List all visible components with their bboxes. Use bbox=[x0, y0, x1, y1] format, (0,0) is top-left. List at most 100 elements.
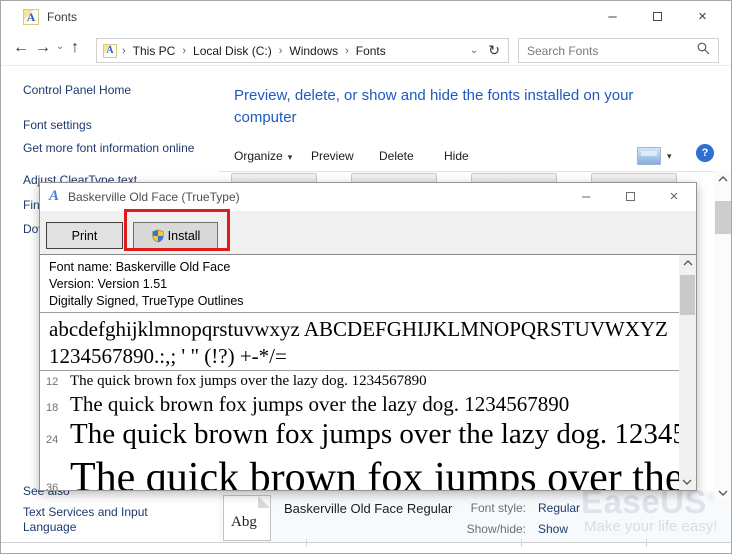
statusbar-divider bbox=[1, 542, 731, 543]
sample-row-36: 36 The quick brown fox jumps over the la… bbox=[44, 454, 679, 490]
preview-button[interactable]: Preview bbox=[311, 149, 354, 163]
sample-size-label: 24 bbox=[44, 434, 70, 446]
dialog-titlebar[interactable]: A Baskerville Old Face (TrueType) – × bbox=[40, 183, 696, 211]
dialog-scrollbar[interactable] bbox=[679, 255, 696, 490]
divider bbox=[40, 370, 679, 371]
sample-row-24: 24 The quick brown fox jumps over the la… bbox=[44, 418, 679, 454]
sample-text-block: 12 The quick brown fox jumps over the la… bbox=[44, 373, 679, 490]
watermark-tagline: Make your life easy! bbox=[584, 518, 717, 535]
help-icon: ? bbox=[702, 147, 709, 159]
help-button[interactable]: ? bbox=[696, 144, 714, 162]
dialog-minimize-button[interactable]: – bbox=[564, 183, 608, 210]
address-location-icon: A bbox=[103, 44, 117, 58]
font-preview-dialog: A Baskerville Old Face (TrueType) – × Pr… bbox=[39, 182, 697, 491]
abg-glyphs: Abg bbox=[231, 514, 257, 531]
font-viewer-icon: A bbox=[49, 188, 59, 205]
refresh-button[interactable]: ↻ bbox=[484, 42, 508, 59]
sample-text: The quick brown fox jumps over the lazy … bbox=[70, 454, 696, 490]
search-input[interactable] bbox=[519, 44, 697, 58]
hide-button[interactable]: Hide bbox=[444, 149, 469, 163]
dialog-preview-area: Font name: Baskerville Old Face Version:… bbox=[40, 255, 696, 490]
font-info-version: Version: Version 1.51 bbox=[49, 276, 167, 293]
font-style-value: Regular bbox=[538, 501, 580, 515]
scrollbar-up-icon[interactable] bbox=[718, 176, 728, 182]
search-icon[interactable] bbox=[697, 42, 710, 60]
show-hide-value: Show bbox=[538, 522, 568, 536]
close-button[interactable]: × bbox=[680, 1, 725, 31]
forward-button[interactable]: → bbox=[35, 39, 51, 57]
fonts-window: A Fonts – × ← → ⌄ ↑ A › This PC › Local … bbox=[0, 0, 732, 554]
page-title: Preview, delete, or show and hide the fo… bbox=[234, 85, 692, 129]
scrollbar-down-icon[interactable] bbox=[682, 479, 692, 485]
highlight-rectangle bbox=[124, 209, 230, 251]
organize-label: Organize bbox=[234, 149, 283, 163]
sample-text: The quick brown fox jumps over the lazy … bbox=[70, 418, 696, 451]
delete-button[interactable]: Delete bbox=[379, 149, 414, 163]
scrollbar-thumb[interactable] bbox=[715, 201, 731, 234]
back-arrow-icon: ← bbox=[13, 39, 29, 56]
close-icon: × bbox=[670, 188, 679, 205]
font-preview-page-icon: Abg bbox=[223, 495, 271, 541]
search-box bbox=[518, 38, 719, 63]
breadcrumb-fonts[interactable]: Fonts bbox=[349, 44, 393, 58]
chevron-down-icon: ⌄ bbox=[470, 45, 478, 56]
change-view-button[interactable] bbox=[637, 147, 661, 165]
scrollbar-down-icon[interactable] bbox=[718, 490, 728, 496]
organize-button[interactable]: Organize ▾ bbox=[234, 149, 292, 163]
breadcrumb-this-pc[interactable]: This PC bbox=[126, 44, 183, 58]
chevron-down-icon: ▾ bbox=[667, 151, 672, 161]
back-button[interactable]: ← bbox=[13, 39, 29, 57]
minimize-icon: – bbox=[582, 188, 590, 205]
chevron-down-icon: ▾ bbox=[288, 152, 293, 162]
font-info-signature: Digitally Signed, TrueType Outlines bbox=[49, 293, 244, 310]
recent-locations-button[interactable]: ⌄ bbox=[56, 41, 64, 52]
refresh-icon: ↻ bbox=[488, 42, 500, 58]
sidebar-item-text-services[interactable]: Text Services and Input Language bbox=[23, 505, 201, 535]
close-icon: × bbox=[698, 8, 707, 25]
up-arrow-icon: ↑ bbox=[71, 39, 79, 56]
maximize-icon bbox=[626, 192, 635, 201]
address-dropdown-button[interactable]: ⌄ bbox=[464, 45, 484, 56]
titlebar: A Fonts – × bbox=[1, 1, 731, 33]
print-button[interactable]: Print bbox=[46, 222, 123, 249]
sample-size-label: 12 bbox=[44, 376, 70, 388]
minimize-icon: – bbox=[608, 8, 616, 25]
main-scrollbar[interactable] bbox=[714, 171, 732, 501]
sidebar-item-get-more-font-info[interactable]: Get more font information online bbox=[23, 141, 201, 156]
window-controls: – × bbox=[590, 1, 725, 31]
show-hide-label: Show/hide: bbox=[454, 522, 526, 536]
column-divider bbox=[646, 539, 647, 547]
forward-arrow-icon: → bbox=[35, 39, 51, 56]
column-divider bbox=[306, 539, 307, 547]
sidebar-item-font-settings[interactable]: Font settings bbox=[23, 118, 201, 133]
divider bbox=[40, 312, 679, 313]
chevron-down-icon: ⌄ bbox=[56, 41, 64, 52]
sample-text: The quick brown fox jumps over the lazy … bbox=[70, 392, 569, 417]
alphabet-line-1: abcdefghijklmnopqrstuvwxyz ABCDEFGHIJKLM… bbox=[49, 316, 679, 342]
scrollbar-thumb[interactable] bbox=[680, 275, 695, 315]
sidebar-item-control-panel-home[interactable]: Control Panel Home bbox=[23, 83, 201, 98]
selected-font-name: Baskerville Old Face Regular bbox=[284, 501, 452, 516]
column-divider bbox=[521, 539, 522, 547]
address-bar[interactable]: A › This PC › Local Disk (C:) › Windows … bbox=[96, 38, 509, 63]
sample-row-18: 18 The quick brown fox jumps over the la… bbox=[44, 392, 679, 418]
up-button[interactable]: ↑ bbox=[71, 39, 79, 57]
view-dropdown-button[interactable]: ▾ bbox=[667, 151, 672, 162]
dialog-close-button[interactable]: × bbox=[652, 183, 696, 210]
minimize-button[interactable]: – bbox=[590, 1, 635, 31]
sample-row-12: 12 The quick brown fox jumps over the la… bbox=[44, 373, 679, 392]
breadcrumb-local-disk[interactable]: Local Disk (C:) bbox=[186, 44, 279, 58]
breadcrumb-windows[interactable]: Windows bbox=[282, 44, 345, 58]
window-title: Fonts bbox=[47, 10, 77, 24]
scrollbar-up-icon[interactable] bbox=[683, 260, 693, 266]
dialog-window-controls: – × bbox=[564, 183, 696, 210]
maximize-icon bbox=[653, 12, 662, 21]
font-info-name: Font name: Baskerville Old Face bbox=[49, 259, 230, 276]
dialog-maximize-button[interactable] bbox=[608, 183, 652, 210]
maximize-button[interactable] bbox=[635, 1, 680, 31]
alphabet-line-2: 1234567890.:,; ' " (!?) +-*/= bbox=[49, 343, 679, 369]
sample-size-label: 18 bbox=[44, 402, 70, 414]
sample-size-label: 36 bbox=[44, 482, 70, 490]
dialog-title: Baskerville Old Face (TrueType) bbox=[68, 190, 240, 204]
fonts-app-icon: A bbox=[23, 9, 39, 25]
